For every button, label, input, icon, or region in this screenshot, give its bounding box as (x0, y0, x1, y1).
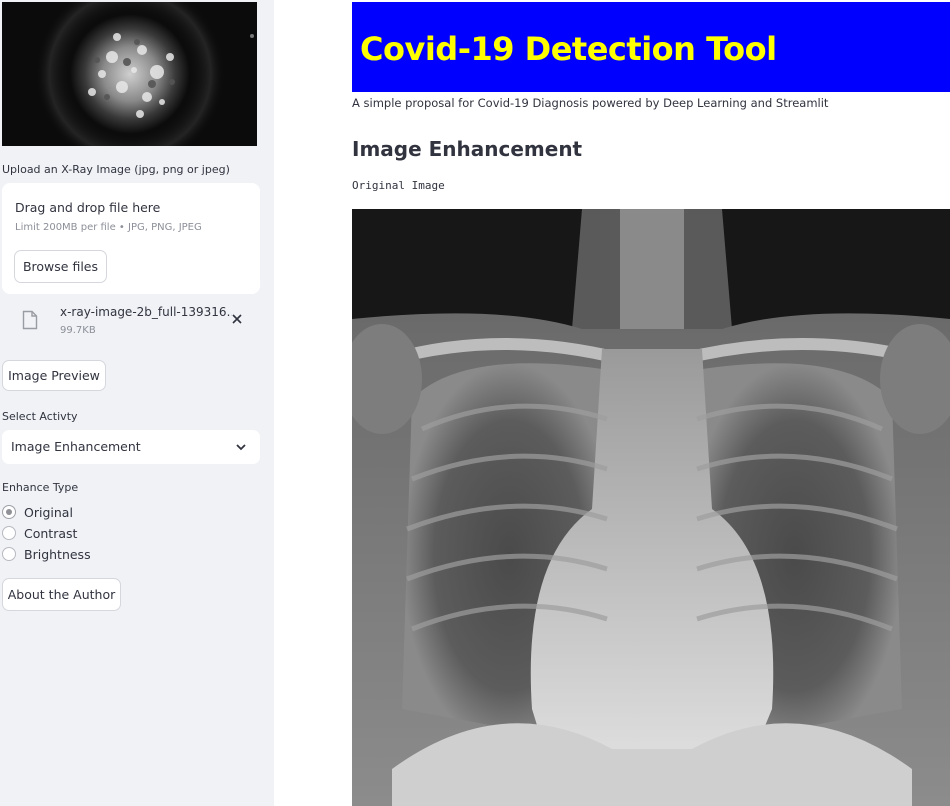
sidebar: Upload an X-Ray Image (jpg, png or jpeg)… (0, 0, 274, 806)
activity-select[interactable]: Image Enhancement (2, 430, 260, 464)
title-banner: Covid-19 Detection Tool (352, 2, 950, 92)
uploaded-file-name: x-ray-image-2b_full-139316… (60, 305, 232, 319)
virus-image (2, 2, 257, 146)
enhance-type-label: Enhance Type (2, 481, 79, 494)
image-preview-button[interactable]: Image Preview (2, 360, 106, 391)
radio-contrast[interactable]: Contrast (2, 524, 77, 542)
radio-label: Contrast (24, 525, 78, 541)
page-subtitle: A simple proposal for Covid-19 Diagnosis… (352, 96, 829, 110)
dropzone-title: Drag and drop file here (15, 200, 161, 215)
xray-image (352, 209, 950, 806)
page-title: Covid-19 Detection Tool (360, 30, 777, 68)
uploaded-file-item: x-ray-image-2b_full-139316… 99.7KB (2, 300, 260, 344)
close-icon[interactable] (230, 312, 244, 326)
radio-label: Brightness (24, 546, 91, 562)
radio-button-checked[interactable] (2, 505, 16, 519)
radio-button[interactable] (2, 547, 16, 561)
file-icon (22, 310, 38, 330)
radio-brightness[interactable]: Brightness (2, 545, 91, 563)
file-dropzone[interactable]: Drag and drop file here Limit 200MB per … (2, 183, 260, 294)
activity-select-value: Image Enhancement (11, 439, 141, 454)
radio-label: Original (24, 504, 73, 520)
browse-files-button[interactable]: Browse files (14, 250, 107, 283)
radio-button[interactable] (2, 526, 16, 540)
dropzone-limit: Limit 200MB per file • JPG, PNG, JPEG (15, 222, 202, 233)
select-activity-label: Select Activty (2, 410, 78, 423)
section-heading: Image Enhancement (352, 137, 583, 161)
image-caption: Original Image (352, 179, 445, 192)
about-author-button[interactable]: About the Author (2, 578, 121, 611)
uploaded-file-size: 99.7KB (60, 325, 96, 336)
chevron-down-icon (236, 444, 246, 451)
radio-original[interactable]: Original (2, 503, 73, 521)
upload-label: Upload an X-Ray Image (jpg, png or jpeg) (2, 163, 230, 176)
